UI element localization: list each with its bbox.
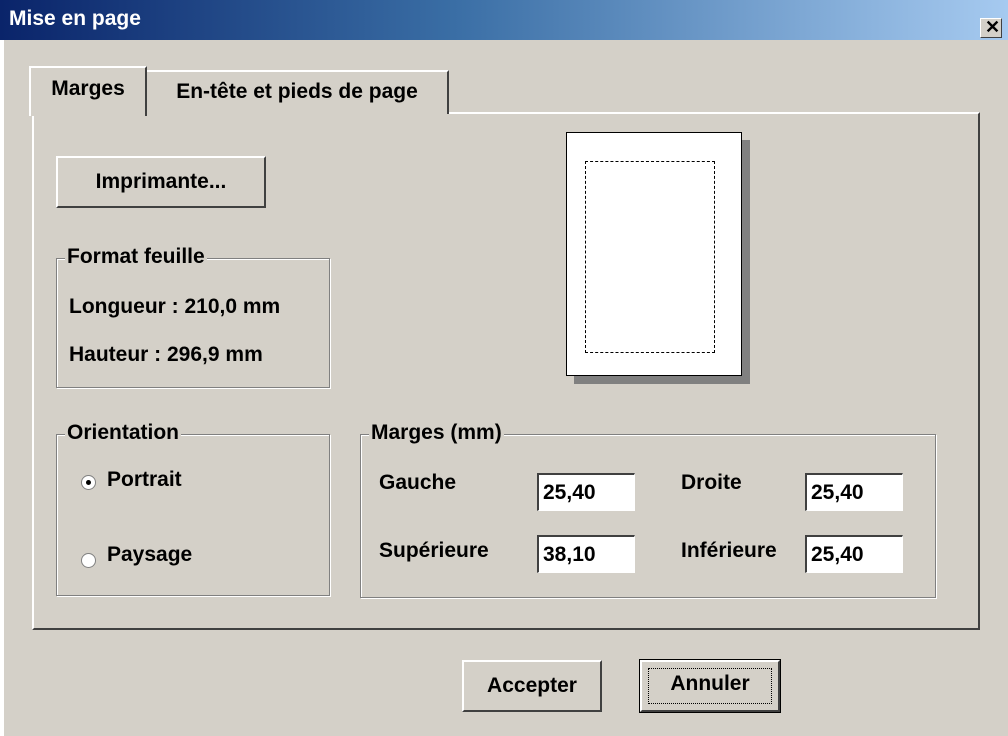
cancel-button[interactable]: Annuler bbox=[639, 659, 781, 713]
accept-button[interactable]: Accepter bbox=[462, 660, 602, 712]
paper-format-group: Format feuille Longueur : 210,0 mm Haute… bbox=[56, 245, 330, 388]
paper-length-text: Longueur : 210,0 mm bbox=[69, 295, 281, 318]
portrait-label[interactable]: Portrait bbox=[107, 468, 182, 492]
margin-top-label: Supérieure bbox=[379, 539, 489, 562]
orientation-legend: Orientation bbox=[65, 421, 182, 445]
landscape-radio[interactable] bbox=[81, 553, 96, 568]
page-preview-margins bbox=[585, 161, 715, 353]
paper-height-text: Hauteur : 296,9 mm bbox=[69, 343, 263, 366]
paper-format-legend: Format feuille bbox=[65, 245, 207, 269]
focus-rectangle bbox=[648, 668, 772, 704]
tab-marges[interactable]: Marges bbox=[29, 66, 147, 116]
title-bar: Mise en page ✕ bbox=[0, 0, 1008, 40]
margin-top-field[interactable] bbox=[537, 535, 635, 573]
margin-right-field[interactable] bbox=[805, 473, 903, 511]
radio-selected-dot bbox=[86, 480, 91, 485]
margin-right-label: Droite bbox=[681, 471, 742, 494]
orientation-group: Orientation Portrait Paysage bbox=[56, 421, 330, 596]
window-left-edge bbox=[0, 40, 4, 736]
printer-button[interactable]: Imprimante... bbox=[56, 156, 266, 208]
page-preview bbox=[566, 132, 742, 376]
portrait-radio[interactable] bbox=[81, 475, 96, 490]
close-icon: ✕ bbox=[985, 17, 1001, 37]
margin-left-field[interactable] bbox=[537, 473, 635, 511]
landscape-label[interactable]: Paysage bbox=[107, 543, 192, 567]
margin-bottom-field[interactable] bbox=[805, 535, 903, 573]
margin-bottom-label: Inférieure bbox=[681, 539, 777, 562]
margins-group: Marges (mm) Gauche Droite Supérieure Inf… bbox=[360, 421, 936, 598]
close-button[interactable]: ✕ bbox=[980, 17, 1002, 38]
tab-header-footer[interactable]: En-tête et pieds de page bbox=[147, 70, 449, 114]
margins-legend: Marges (mm) bbox=[369, 421, 504, 445]
window-title: Mise en page bbox=[9, 7, 141, 30]
margin-left-label: Gauche bbox=[379, 471, 457, 494]
